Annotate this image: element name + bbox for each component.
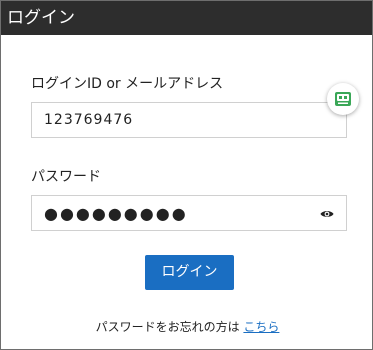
password-manager-button[interactable] [327,83,359,115]
forgot-password-line: パスワードをお忘れの方は こちら [1,318,373,335]
password-manager-icon [335,92,351,106]
login-id-input[interactable] [32,103,346,137]
login-dialog: ログイン ログインID or メールアドレス パスワード ログイン パスワードを… [0,0,373,350]
eye-icon[interactable] [320,207,334,221]
dialog-title: ログイン [1,1,372,35]
login-id-field-box [31,102,347,138]
login-button[interactable]: ログイン [145,255,234,290]
password-field-box [31,195,347,231]
password-input[interactable] [32,196,346,230]
login-id-label: ログインID or メールアドレス [31,76,224,92]
forgot-password-text: パスワードをお忘れの方は [95,320,244,334]
password-label: パスワード [31,169,101,185]
forgot-password-link[interactable]: こちら [243,320,279,334]
